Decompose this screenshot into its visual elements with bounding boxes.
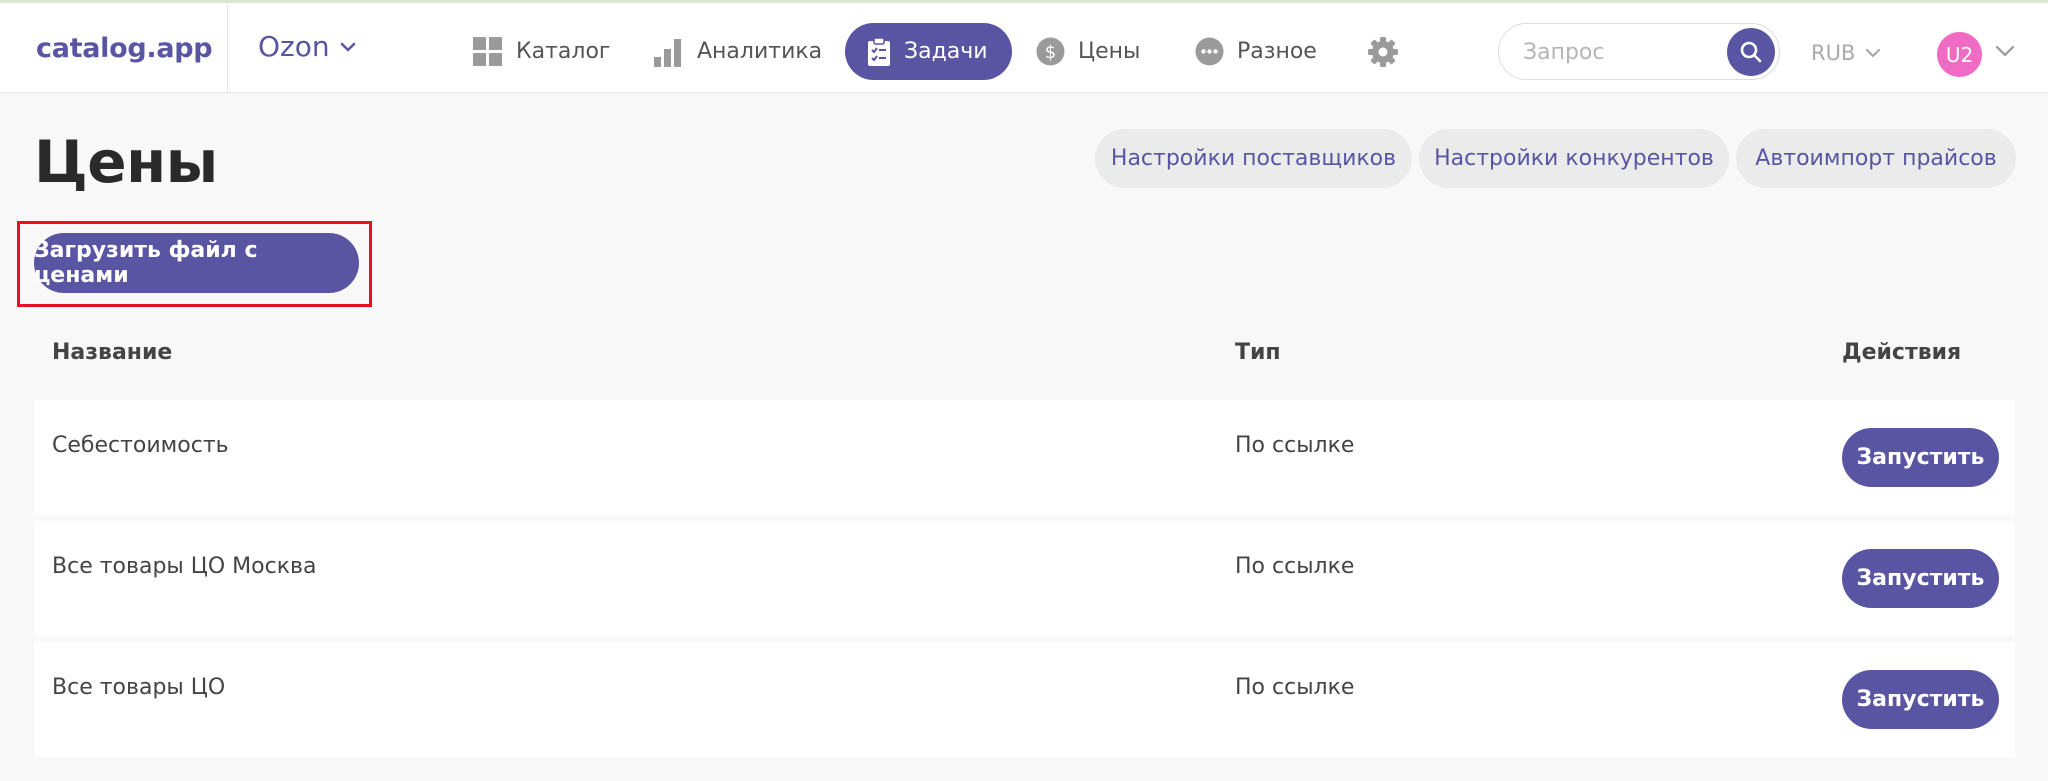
- grid-icon: [473, 36, 503, 67]
- page-title: Цены: [34, 128, 218, 196]
- row-type: По ссылке: [1235, 433, 1355, 458]
- chevron-down-icon[interactable]: [1995, 45, 2015, 57]
- currency-value: RUB: [1811, 41, 1856, 65]
- nav-catalog-label: Каталог: [516, 39, 611, 64]
- row-type: По ссылке: [1235, 554, 1355, 579]
- row-type: По ссылке: [1235, 675, 1355, 700]
- nav-tasks-label: Задачи: [904, 39, 988, 64]
- nav-prices-label: Цены: [1078, 39, 1141, 64]
- price-autoimport-button[interactable]: Автоимпорт прайсов: [1736, 129, 2016, 188]
- more-dots-icon: [1195, 37, 1224, 66]
- row-name: Все товары ЦО: [52, 675, 226, 700]
- table-row: Все товары ЦО По ссылке Запустить: [34, 642, 2015, 757]
- clipboard-check-icon: [867, 36, 891, 67]
- run-button[interactable]: Запустить: [1842, 670, 1999, 729]
- search-input[interactable]: [1523, 36, 1703, 68]
- supplier-settings-button[interactable]: Настройки поставщиков: [1095, 129, 1412, 188]
- app-logo[interactable]: catalog.app: [36, 33, 213, 64]
- competitor-settings-button[interactable]: Настройки конкурентов: [1419, 129, 1729, 188]
- upload-prices-button[interactable]: Загрузить файл с ценами: [34, 233, 359, 293]
- nav-misc-label: Разное: [1237, 39, 1317, 64]
- table-row: Все товары ЦО Москва По ссылке Запустить: [34, 521, 2015, 636]
- column-header-actions: Действия: [1842, 340, 1962, 365]
- top-header: catalog.app Ozon Каталог Аналитика Задач…: [0, 3, 2048, 93]
- nav-catalog[interactable]: Каталог: [473, 23, 610, 80]
- row-name: Все товары ЦО Москва: [52, 554, 317, 579]
- nav-prices[interactable]: $ Цены: [1036, 23, 1140, 80]
- table-row: Себестоимость По ссылке Запустить: [34, 400, 2015, 515]
- nav-analytics-label: Аналитика: [697, 39, 823, 64]
- currency-selector[interactable]: RUB: [1811, 41, 1881, 65]
- chevron-down-icon: [340, 42, 355, 51]
- nav-misc[interactable]: Разное: [1195, 23, 1317, 80]
- nav-analytics[interactable]: Аналитика: [654, 23, 822, 80]
- settings-button[interactable]: [1367, 23, 1412, 80]
- chevron-down-icon: [1866, 48, 1881, 58]
- search-icon: [1740, 41, 1762, 63]
- column-header-type: Тип: [1235, 340, 1281, 365]
- run-button[interactable]: Запустить: [1842, 428, 1999, 487]
- dollar-coin-icon: $: [1036, 37, 1065, 66]
- header-divider: [227, 3, 228, 93]
- store-selector[interactable]: Ozon: [258, 30, 356, 63]
- column-header-name: Название: [52, 340, 173, 365]
- store-name: Ozon: [258, 30, 330, 63]
- bar-chart-icon: [654, 37, 684, 67]
- svg-text:$: $: [1045, 42, 1056, 63]
- user-avatar[interactable]: U2: [1937, 32, 1982, 77]
- nav-tasks[interactable]: Задачи: [845, 23, 1012, 80]
- search-button[interactable]: [1727, 28, 1775, 76]
- row-name: Себестоимость: [52, 433, 229, 458]
- run-button[interactable]: Запустить: [1842, 549, 1999, 608]
- search-box: [1498, 23, 1780, 80]
- gear-icon: [1367, 36, 1399, 68]
